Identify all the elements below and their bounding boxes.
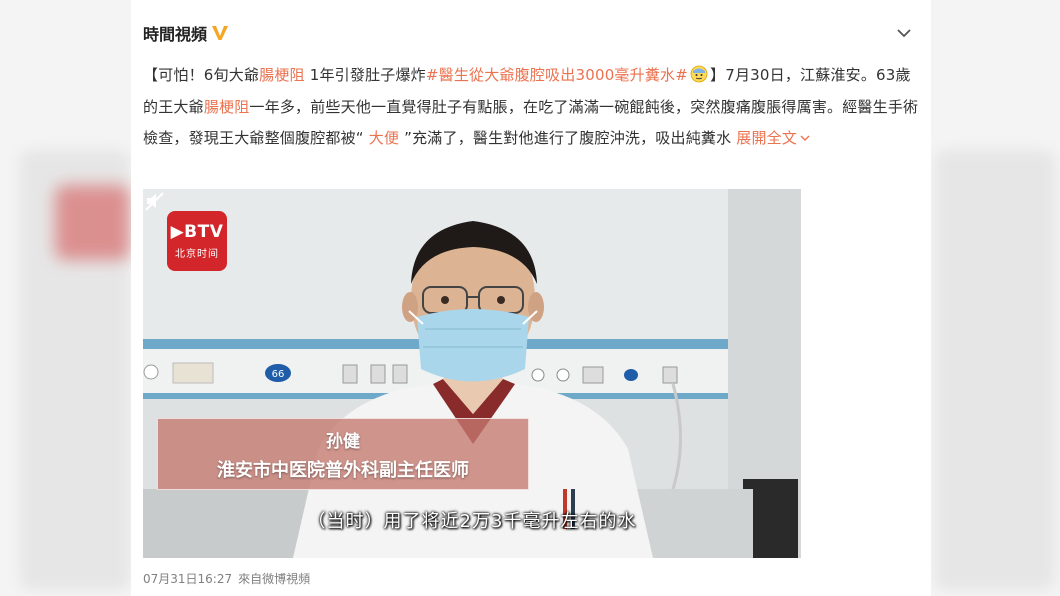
post-meta: 07月31日16:27 來自微博視頻 — [143, 570, 310, 587]
btv-logo-subtext: 北京时间 — [175, 249, 219, 260]
lower-third-caption: 孙健 淮安市中医院普外科副主任医师 — [157, 418, 529, 490]
post-text-part: 【可怕！6旬大爺 — [143, 66, 260, 84]
video-frame: 66 — [143, 189, 801, 558]
post-header: 時間視頻 — [143, 22, 229, 44]
keyword-link[interactable]: 大便 — [364, 129, 404, 147]
speaker-name: 孙健 — [326, 432, 360, 452]
mute-icon[interactable] — [143, 189, 167, 213]
post-timestamp[interactable]: 07月31日16:27 — [143, 572, 232, 586]
post-source[interactable]: 來自微博視頻 — [238, 572, 310, 586]
video-subtitle: （当时）用了将近2万3千毫升左右的水 — [307, 511, 637, 532]
chevron-down-icon[interactable] — [895, 24, 913, 42]
btv-logo: ▶BTV 北京时间 — [167, 211, 227, 271]
chevron-down-icon — [800, 135, 810, 141]
weibo-post-card: 時間視頻 【可怕！6旬大爺腸梗阻 1年引發肚子爆炸#醫生從大爺腹腔吸出3000毫… — [131, 0, 931, 596]
video-player[interactable]: 66 ▶BTV 北京时间 孙健 淮安市中医院普外科副主任医师 （当时）用了将近2… — [143, 189, 801, 558]
post-text-part: ”充滿了，醫生對他進行了腹腔沖洗，吸出純糞水 — [404, 129, 737, 147]
sweat-emoji-icon — [690, 65, 708, 83]
expand-label: 展開全文 — [736, 129, 798, 147]
post-text-part: 1年引發肚子爆炸 — [304, 66, 426, 84]
author-name[interactable]: 時間視頻 — [143, 21, 207, 45]
background-card-right — [935, 150, 1055, 590]
post-text: 【可怕！6旬大爺腸梗阻 1年引發肚子爆炸#醫生從大爺腹腔吸出3000毫升糞水#】… — [143, 60, 923, 155]
keyword-link[interactable]: 腸梗阻 — [259, 66, 305, 84]
keyword-link[interactable]: 腸梗阻 — [204, 98, 250, 116]
hashtag-link[interactable]: #醫生從大爺腹腔吸出3000毫升糞水# — [426, 66, 688, 84]
speaker-title: 淮安市中医院普外科副主任医师 — [217, 460, 469, 481]
wall-badge-number: 66 — [272, 369, 285, 380]
verified-v-icon — [212, 26, 229, 40]
expand-full-text-link[interactable]: 展開全文 — [736, 129, 811, 147]
btv-logo-text: ▶BTV — [170, 222, 224, 242]
background-logo-blur — [55, 185, 130, 260]
